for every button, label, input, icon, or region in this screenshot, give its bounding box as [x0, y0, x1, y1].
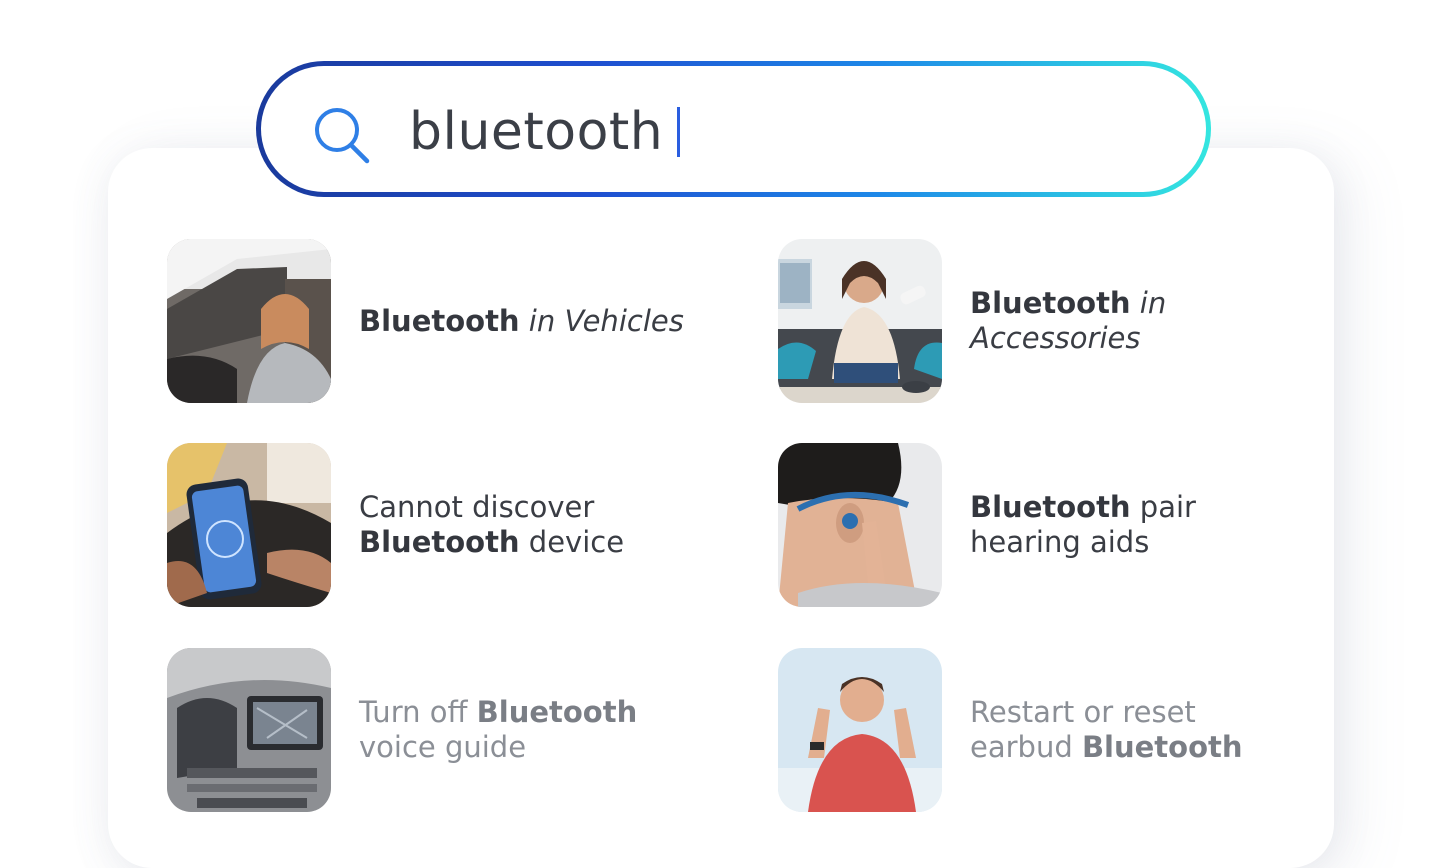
result-label: Cannot discover Bluetooth device — [359, 490, 625, 559]
result-pair-hearing-aids[interactable]: Bluetooth pair hearing aids — [778, 443, 1196, 607]
result-restart-earbud[interactable]: Restart or reset earbud Bluetooth — [778, 648, 1243, 812]
man-headphones-thumbnail — [778, 443, 942, 607]
car-driver-thumbnail — [167, 239, 331, 403]
phone-steering-wheel-thumbnail — [167, 443, 331, 607]
text-caret — [677, 107, 681, 157]
result-label: Bluetooth in Accessories — [970, 286, 1167, 355]
search-query: bluetooth — [409, 102, 664, 162]
search-icon — [315, 108, 370, 164]
result-turn-off-voice-guide[interactable]: Turn off Bluetooth voice guide — [167, 648, 637, 812]
result-label: Turn off Bluetooth voice guide — [359, 695, 638, 764]
dashboard-thumbnail — [167, 648, 331, 812]
result-cannot-discover[interactable]: Cannot discover Bluetooth device — [167, 443, 624, 607]
woman-sofa-thumbnail — [778, 239, 942, 403]
result-bluetooth-accessories[interactable]: Bluetooth in Accessories — [778, 239, 1166, 403]
search-bar[interactable]: bluetooth — [256, 61, 1211, 197]
column-divider — [720, 201, 726, 827]
result-label: Bluetooth in Vehicles — [359, 303, 684, 338]
man-earbuds-thumbnail — [778, 648, 942, 812]
result-bluetooth-vehicles[interactable]: Bluetooth in Vehicles — [167, 239, 684, 403]
result-label: Restart or reset earbud Bluetooth — [970, 695, 1243, 764]
result-label: Bluetooth pair hearing aids — [970, 490, 1196, 559]
search-input[interactable]: bluetooth — [409, 96, 681, 168]
